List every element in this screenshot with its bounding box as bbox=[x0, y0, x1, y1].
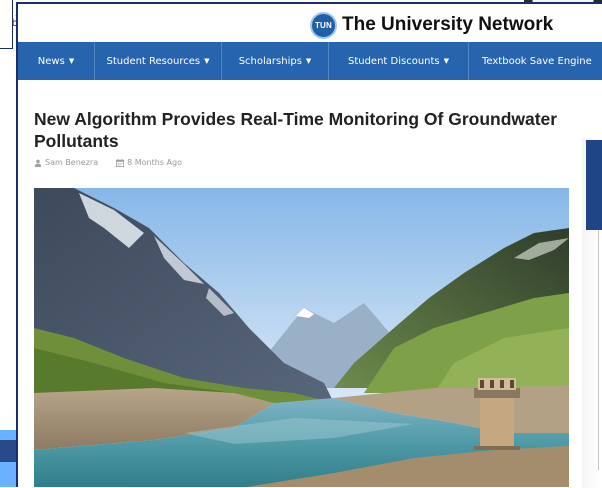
caret-down-icon: ▼ bbox=[305, 57, 312, 65]
site-brand[interactable]: TUN The University Network bbox=[310, 9, 553, 41]
nav-item-label: Textbook Save Engine bbox=[482, 55, 592, 67]
nav-item-label: Student Discounts bbox=[347, 55, 440, 67]
article-author[interactable]: Sam Benezra bbox=[34, 158, 98, 167]
nav-item-news[interactable]: News ▼ bbox=[18, 42, 95, 80]
nav-item-textbook-save-engine[interactable]: Textbook Save Engine bbox=[469, 42, 602, 80]
background-right-divider bbox=[598, 230, 599, 470]
article-title: New Algorithm Provides Real-Time Monitor… bbox=[34, 109, 558, 151]
background-dark-panel bbox=[0, 440, 16, 462]
nav-item-student-resources[interactable]: Student Resources ▼ bbox=[95, 42, 222, 80]
caret-down-icon: ▼ bbox=[68, 57, 75, 65]
caret-down-icon: ▼ bbox=[443, 57, 450, 65]
nav-item-student-discounts[interactable]: Student Discounts ▼ bbox=[329, 42, 469, 80]
nav-item-label: Scholarships bbox=[238, 55, 302, 67]
user-icon bbox=[34, 159, 42, 167]
calendar-icon bbox=[116, 158, 125, 167]
article-date: 8 Months Ago bbox=[116, 158, 182, 167]
nav-item-label: News bbox=[37, 55, 65, 67]
brand-name: The University Network bbox=[342, 14, 554, 35]
article-hero-image[interactable] bbox=[34, 188, 569, 487]
publish-date: 8 Months Ago bbox=[127, 158, 182, 167]
mountain-lake-photo-icon bbox=[34, 188, 569, 487]
article-meta: Sam Benezra 8 Months Ago bbox=[34, 158, 586, 167]
nav-item-label: Student Resources bbox=[106, 55, 201, 67]
brand-logo: TUN bbox=[310, 11, 337, 39]
author-name: Sam Benezra bbox=[45, 158, 99, 167]
main-navigation: News ▼ Student Resources ▼ Scholarships … bbox=[18, 42, 602, 80]
nav-item-scholarships[interactable]: Scholarships ▼ bbox=[222, 42, 329, 80]
article-header: New Algorithm Provides Real-Time Monitor… bbox=[34, 108, 586, 167]
caret-down-icon: ▼ bbox=[204, 57, 210, 65]
background-right-panel bbox=[586, 140, 602, 230]
browser-content: TUN The University Network News ▼ Studen… bbox=[16, 2, 602, 487]
